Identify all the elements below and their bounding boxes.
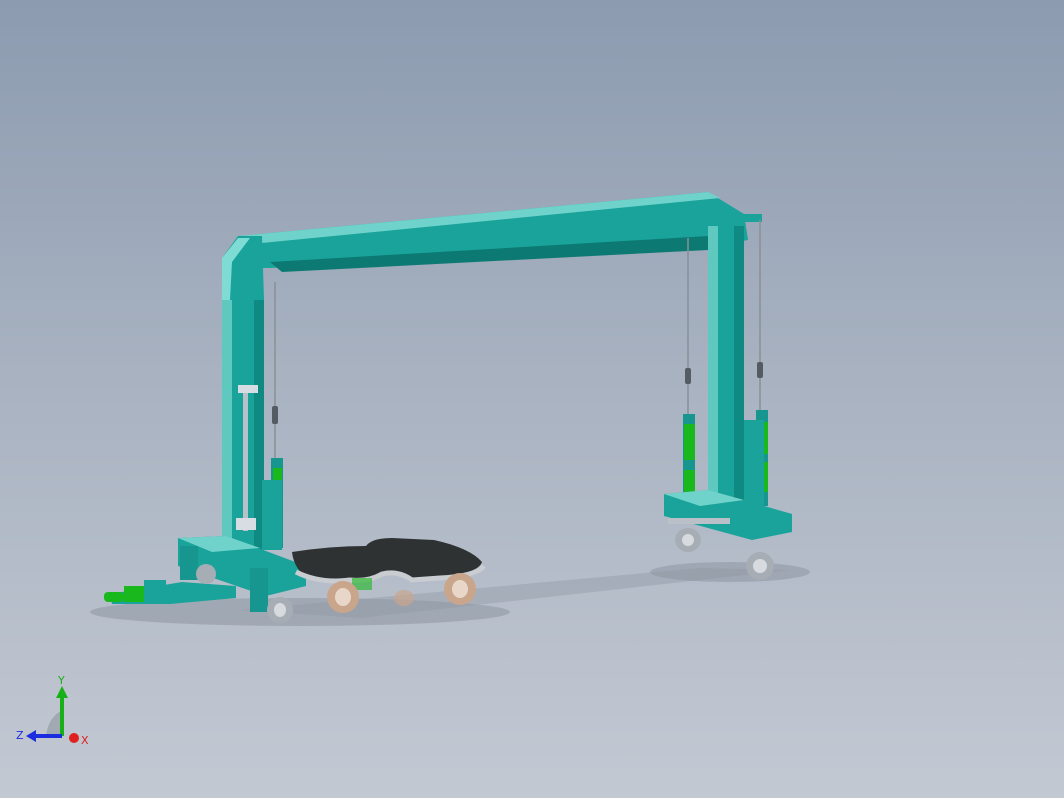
z-axis-label: Z — [16, 729, 24, 742]
z-axis-arrow — [26, 730, 36, 742]
wheel-right-2 — [746, 552, 774, 580]
wheel-platform-1 — [327, 581, 359, 613]
wheel-right-1 — [675, 528, 701, 552]
left-column[interactable] — [222, 300, 264, 556]
y-axis-arrow — [56, 686, 68, 698]
ground-shadow-right — [650, 562, 810, 582]
wheel-platform-2 — [444, 573, 476, 605]
gantry-crane-model[interactable] — [0, 0, 1064, 798]
wheel-platform-3 — [394, 590, 414, 606]
y-axis-label: Y — [57, 674, 65, 687]
coordinate-triad: Y Z X — [16, 674, 89, 747]
top-beam[interactable] — [222, 192, 748, 305]
x-axis-dot — [69, 733, 79, 743]
x-axis-label: X — [81, 734, 89, 747]
cad-viewport[interactable]: Y Z X — [0, 0, 1064, 798]
wheel-left-back — [196, 564, 216, 584]
wheel-front-left — [267, 597, 293, 623]
triad-base-wedge — [46, 710, 62, 736]
hydraulic-cylinders[interactable] — [271, 410, 768, 548]
